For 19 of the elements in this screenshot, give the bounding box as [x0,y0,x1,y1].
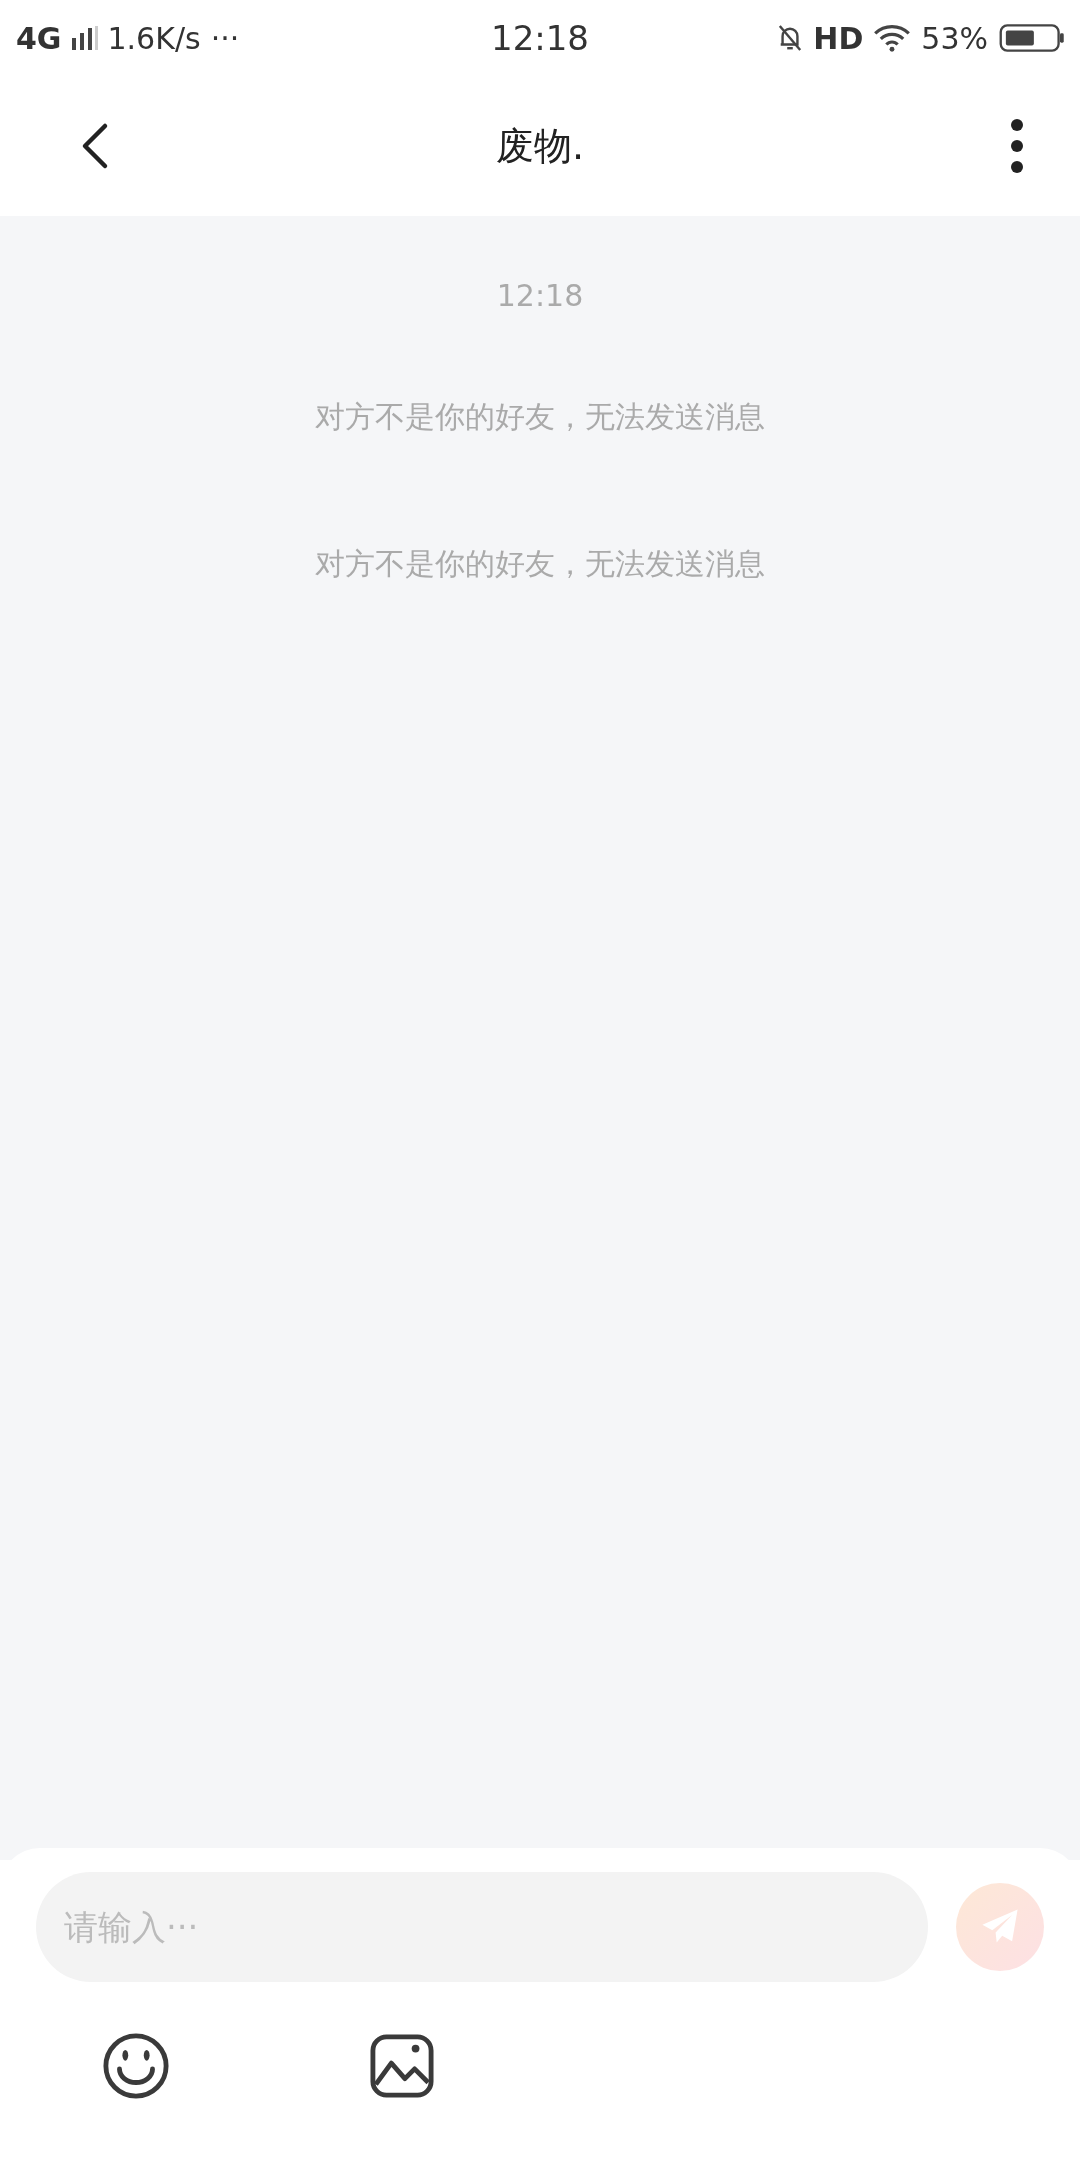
emoji-icon[interactable] [102,2032,170,2100]
more-options-icon[interactable] [1010,118,1024,174]
message-input[interactable]: 请输入··· [36,1872,928,1982]
back-icon[interactable] [80,122,110,170]
system-notice: 对方不是你的好友，无法发送消息 [315,545,765,583]
signal-icon [71,26,98,50]
system-notice: 对方不是你的好友，无法发送消息 [315,398,765,436]
network-type: 4G [16,20,62,56]
battery-percent: 53% [921,20,988,56]
status-time: 12:18 [491,18,589,58]
wifi-icon [873,24,912,52]
image-icon[interactable] [370,2034,434,2098]
message-timestamp: 12:18 [496,278,584,313]
chat-title: 废物. [495,122,585,170]
more-notifications: ··· [210,20,240,56]
network-speed: 1.6K/s [107,20,201,56]
hd-indicator: HD [813,20,864,56]
bell-off-icon [777,24,804,52]
battery-icon [998,24,1066,52]
